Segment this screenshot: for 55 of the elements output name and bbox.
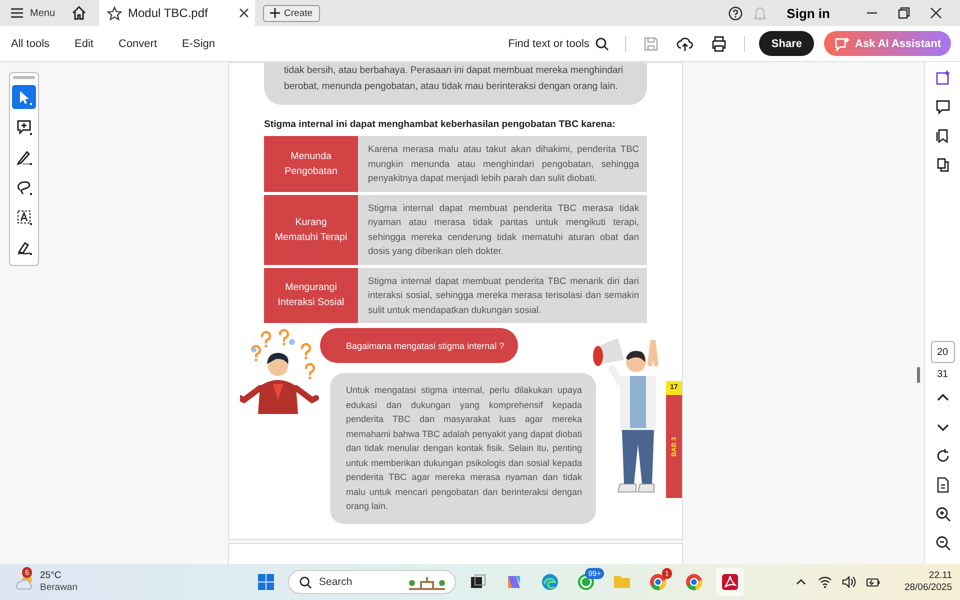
- landmark-icon: [407, 574, 447, 590]
- menu-item[interactable]: E-Sign: [182, 38, 216, 50]
- zoom-out-icon[interactable]: [934, 535, 952, 553]
- comment-icon[interactable]: [934, 99, 952, 117]
- menu-button[interactable]: Menu: [10, 7, 56, 19]
- cloud-upload-icon[interactable]: [676, 34, 694, 52]
- star-icon[interactable]: [107, 6, 122, 20]
- ai-chat-icon: [834, 36, 850, 52]
- table-cell: Stigma internal dapat membuat penderita TBC merasa tidak nyaman atau merasa tidak pantas untuk mengikuti terapi, sehingga mereka cenderung tidak mematuhi aturan obat dan dosis yang diberikan oleh dokter.: [358, 194, 647, 264]
- search-field[interactable]: Search: [288, 570, 456, 594]
- clock-time: 22.11: [928, 570, 952, 582]
- menu-item[interactable]: Convert: [118, 38, 158, 50]
- menu-icon: [10, 7, 24, 19]
- close-icon[interactable]: [928, 5, 944, 21]
- document-tab[interactable]: Modul TBC.pdf: [99, 0, 256, 26]
- share-button[interactable]: Share: [759, 31, 814, 56]
- answer-bubble: Untuk mengatasi stigma internal, perlu dilakukan upaya edukasi dan dukungan yang komprehensif kepada penderita TBC dan masyarakat luas agar mereka memahami bahwa TBC adalah penyakit yang dapat diobati dan tidak menular dengan kontak fisik. Selain itu, penting untuk memberikan dukungan psikologis dan sosial kepada penderita TBC agar mereka merasa nyaman dan tidak malu untuk mencari pengobatan dan berinteraksi dengan orang lain.: [330, 373, 596, 524]
- wifi-icon[interactable]: [818, 575, 832, 589]
- search-icon: [299, 576, 312, 588]
- menu-item[interactable]: All tools: [11, 38, 50, 50]
- table-cell: Menunda Pengobatan: [264, 136, 358, 192]
- zoom-in-icon[interactable]: [934, 506, 952, 524]
- question-bubble: Bagaimana mengatasi stigma internal ?: [320, 328, 518, 363]
- table-cell: Kurang Mematuhi Terapi: [264, 194, 358, 264]
- select-tool[interactable]: [12, 85, 36, 109]
- pdf-reader-icon[interactable]: [716, 568, 744, 596]
- create-button[interactable]: Create: [263, 4, 320, 22]
- page-count: 31: [936, 369, 948, 380]
- pen-icon: [15, 148, 33, 166]
- sign-in-button[interactable]: Sign in: [780, 4, 836, 22]
- search-button[interactable]: Find text or tools: [502, 36, 616, 52]
- callout-text: tidak bersih, atau berbahaya. Perasaan ini dapat membuat mereka menghindari: [284, 64, 624, 78]
- page-number-field[interactable]: 20: [930, 341, 954, 363]
- temperature: 25°C: [40, 570, 62, 582]
- table-cell: Mengurangi Interaksi Sosial: [264, 268, 358, 323]
- weather-condition: Berawan: [40, 582, 78, 594]
- comment-icon: [15, 118, 33, 136]
- tab-title: Modul TBC.pdf: [128, 6, 209, 20]
- text-box-icon: [15, 208, 33, 226]
- section-heading: Stigma internal ini dapat menghambat keberhasilan pengobatan TBC karena:: [264, 119, 616, 130]
- search-icon: [595, 36, 610, 50]
- table-cell: Karena merasa malu atau takut akan dihakimi, penderita TBC mungkin menunda atau menghindari pengobatan, sehingga penyakitnya dapat menjadi lebih parah dan sulit diobati.: [358, 136, 647, 192]
- home-icon[interactable]: [71, 5, 88, 21]
- volume-icon[interactable]: [842, 575, 856, 589]
- menu-item[interactable]: Edit: [74, 38, 94, 50]
- close-icon[interactable]: [239, 8, 250, 18]
- help-icon[interactable]: [728, 6, 743, 20]
- print-icon[interactable]: [710, 34, 728, 52]
- restore-icon[interactable]: [896, 5, 912, 21]
- browser-icon: [648, 572, 668, 592]
- clock-date: 28/06/2025: [904, 582, 952, 594]
- scroll-handle[interactable]: [917, 367, 920, 383]
- table-cell: Stigma internal dapat membuat penderita TBC menarik diri dari interaksi sosial, sehingga mereka merasa terisolasi dan semakin sulit untuk mendapatkan dukungan sosial.: [358, 268, 647, 323]
- callout-text: berobat, menunda pengobatan, atau tidak mau berinteraksi dengan orang lain.: [284, 80, 619, 94]
- plus-icon: [270, 8, 280, 18]
